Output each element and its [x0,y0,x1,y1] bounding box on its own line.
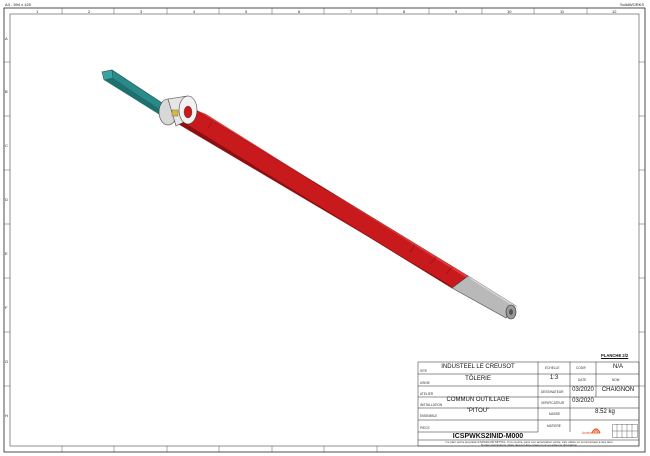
echelle-caption: ECHELLE [545,366,560,370]
verificateur-date: 03/2020 [572,398,594,404]
ensemble-value: "PITOU" [466,408,490,414]
ensemble-caption: ENSEMBLE [420,414,438,418]
codif-caption: CODIF. [576,366,587,370]
matiere-caption: MATIERE [547,424,561,428]
atelier-caption: ATELIER [420,392,434,396]
codif-value: N/A [612,364,623,370]
dessinateur-caption: DESSINATEUR [541,390,564,394]
site-value: INDUSTEEL LE CREUSOT [441,364,515,370]
nom-caption: NOM [612,378,620,382]
planche-label: PLANCHE 2/2 [601,353,629,358]
installation-value: COMMUN OUTILLAGE [446,397,510,403]
dessinateur-date: 03/2020 [572,387,594,393]
drawing-number: ICSPWKS2INID-M000 [452,433,524,440]
masse-value: 8.52 kg [595,409,615,415]
drawing-sheet: A3 - 594 x 420 SolidWORKS 1 2 3 4 5 6 7 … [0,0,650,456]
installation-caption: INSTALLATION [420,403,443,407]
piece-caption: PIECE [420,426,430,430]
footer-notice: Ce plan est la propriété d'ARCELOR MITTA… [445,440,614,448]
masse-caption: MASSE [549,412,561,416]
grid-mark-icon [612,424,638,438]
date-caption: DATE [578,378,587,382]
echelle-value: 1:3 [549,375,559,381]
usine-value: TÔLERIE [465,376,491,382]
dessinateur-name: CHAIGNON [601,387,635,393]
verificateur-caption: VERIFICATEUR [541,401,565,405]
arcelormittal-logo: ArcelorMittal [578,421,614,439]
title-block-frame [417,361,640,447]
